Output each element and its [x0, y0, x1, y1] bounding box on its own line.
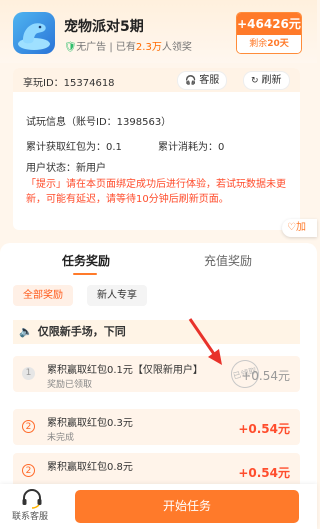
trial-info-card: 享玩ID：15374618 🎧 客服 ↻ 刷新 试玩信息（账号ID：1398563）… [13, 68, 300, 230]
app-header: 宠物派对5期 🛡 无广告 | 已有2.3万人领奖 +46426元 剩余20天 [0, 0, 317, 63]
trial-info-title: 试玩信息（账号ID：1398563） [26, 117, 172, 128]
redpacket-earned: 累计获取红包为：0.1 [26, 142, 122, 153]
claimed-count: 2.3万 [135, 42, 162, 53]
task-index: 2 [22, 464, 35, 477]
redpacket-used: 累计消耗为：0 [158, 142, 225, 153]
app-icon [13, 12, 55, 54]
remain-days: 剩余20天 [237, 35, 301, 53]
app-title: 宠物派对5期 [64, 19, 144, 35]
start-task-button[interactable]: 开始任务 [75, 490, 299, 523]
task-amount: +0.54元 [241, 369, 290, 383]
speaker-icon: 🔈 [19, 325, 33, 338]
refresh-icon: ↻ [251, 76, 259, 86]
no-ads-label: 无广告 [76, 42, 107, 53]
task-index: 2 [22, 420, 35, 433]
task-item[interactable]: 1 累积赢取红包0.1元【仅限新用户】 奖励已领取 已领取 +0.54元 [13, 356, 300, 392]
contact-service-label: 联系客服 [11, 512, 48, 522]
tab-recharge-reward[interactable]: 充值奖励 [204, 252, 252, 269]
task-status: 未完成 [47, 433, 75, 443]
task-title: 累积赢取红包0.3元 [47, 418, 133, 429]
task-title: 累积赢取红包0.8元 [47, 462, 133, 473]
remain-days-value: 20天 [267, 39, 289, 49]
shield-check-icon: 🛡 [64, 42, 77, 53]
heart-icon: ♡ [287, 222, 296, 233]
chip-all-rewards[interactable]: 全部奖励 [13, 285, 73, 306]
remain-prefix: 剩余 [249, 39, 268, 49]
claimed-suffix: 人领奖 [161, 42, 192, 53]
task-status: 奖励已领取 [47, 380, 93, 390]
tab-task-reward[interactable]: 任务奖励 [62, 252, 110, 269]
notice-banner: 🔈 仅限新手场，下同 [13, 320, 300, 344]
active-tab-indicator [73, 273, 97, 275]
task-item[interactable]: 2 累积赢取红包0.3元 未完成 +0.54元 [13, 409, 300, 445]
headset-icon: 🎧 [185, 76, 197, 86]
refresh-label: 刷新 [261, 75, 282, 86]
notice-text: 「提示」请在本页面绑定成功后进行体验，若试玩数据未更新，可能有延迟，请等待10分… [26, 179, 286, 205]
task-amount: +0.54元 [238, 466, 290, 480]
app-subtitle: 🛡 无广告 | 已有2.3万人领奖 [64, 38, 192, 53]
follow-button[interactable]: ♡加 [282, 219, 317, 237]
service-label: 客服 [199, 75, 220, 86]
total-reward-badge: +46426元 剩余20天 [236, 12, 302, 54]
customer-service-button[interactable]: 🎧 客服 [177, 71, 228, 90]
reward-amount: +46426元 [237, 13, 301, 35]
chip-new-user[interactable]: 新人专享 [87, 285, 147, 306]
refresh-button[interactable]: ↻ 刷新 [243, 71, 290, 90]
user-status: 用户状态：新用户 [26, 163, 106, 174]
contact-service-button[interactable]: 联系客服 [12, 489, 50, 522]
headset-icon [22, 489, 42, 509]
task-index: 1 [22, 367, 35, 380]
task-amount: +0.54元 [238, 422, 290, 436]
pointer-arrow-icon [188, 318, 222, 365]
account-id: 享玩ID：15374618 [23, 78, 115, 89]
task-title: 累积赢取红包0.1元【仅限新用户】 [47, 365, 203, 376]
bottom-bar: 联系客服 开始任务 [0, 484, 317, 529]
claimed-prefix: | 已有 [106, 42, 136, 53]
account-bar: 享玩ID：15374618 🎧 客服 ↻ 刷新 [13, 68, 300, 92]
banner-text: 仅限新手场，下同 [37, 325, 126, 338]
follow-label: 加 [295, 222, 306, 233]
